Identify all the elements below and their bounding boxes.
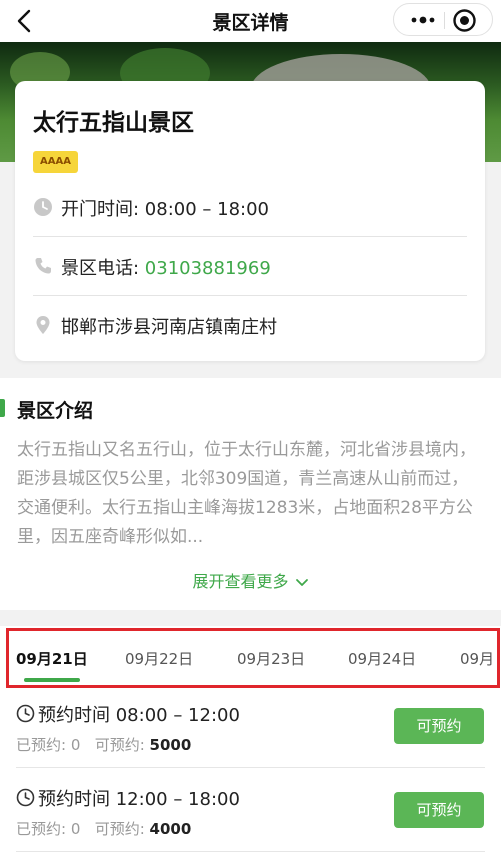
intro-text: 太行五指山又名五行山，位于太行山东麓，河北省涉县境内，距涉县城区仅5公里，北邻3… bbox=[17, 440, 476, 547]
mini-program-capsule bbox=[393, 3, 493, 36]
slot-stats: 已预约: 0 可预约: 5000 bbox=[16, 734, 191, 755]
target-icon[interactable] bbox=[452, 8, 477, 33]
hours-value: 08:00 – 18:00 bbox=[144, 199, 269, 220]
scenic-info-card: 太行五指山景区 AAAA 开门时间: 08:00 – 18:00 景区电话: 0… bbox=[15, 81, 485, 361]
booked-count: 0 bbox=[70, 820, 81, 838]
booked-label: 已预约: bbox=[16, 736, 71, 754]
intro-section: 景区介绍 太行五指山又名五行山，位于太行山东麓，河北省涉县境内，距涉县城区仅5公… bbox=[0, 378, 501, 610]
clock-icon bbox=[16, 704, 35, 723]
slot-row: 预约时间 12:00 – 18:00 已预约: 0 可预约: 4000 可预约 bbox=[0, 774, 501, 858]
hours-label: 开门时间: bbox=[61, 199, 145, 220]
address-text: 邯郸市涉县河南店镇南庄村 bbox=[61, 317, 277, 338]
clock-icon bbox=[34, 198, 52, 216]
slot-time: 预约时间 08:00 – 12:00 bbox=[38, 705, 240, 726]
book-button[interactable]: 可预约 bbox=[394, 792, 484, 828]
available-label: 可预约: bbox=[94, 736, 150, 754]
intro-heading: 景区介绍 bbox=[17, 400, 94, 422]
capsule-divider bbox=[444, 12, 445, 29]
top-bar: 景区详情 bbox=[0, 0, 501, 42]
address-row[interactable]: 邯郸市涉县河南店镇南庄村 bbox=[33, 297, 467, 355]
expand-more-button[interactable]: 展开查看更多 bbox=[0, 568, 501, 592]
booked-count: 0 bbox=[70, 736, 81, 754]
available-label: 可预约: bbox=[94, 820, 150, 838]
slot-divider bbox=[16, 767, 485, 768]
date-tabs: 09月21日 09月22日 09月23日 09月24日 09月 bbox=[0, 626, 501, 690]
clock-icon bbox=[16, 788, 35, 807]
available-count: 4000 bbox=[149, 820, 192, 838]
booking-slots: 预约时间 08:00 – 12:00 已预约: 0 可预约: 5000 可预约 … bbox=[0, 690, 501, 863]
book-button[interactable]: 可预约 bbox=[394, 708, 484, 744]
phone-label: 景区电话: bbox=[61, 258, 145, 279]
phone-icon bbox=[35, 258, 51, 274]
slot-row: 预约时间 08:00 – 12:00 已预约: 0 可预约: 5000 可预约 bbox=[0, 690, 501, 774]
phone-number-link[interactable]: 03103881969 bbox=[145, 258, 271, 279]
phone-row: 景区电话: 03103881969 bbox=[33, 238, 467, 296]
level-badge: AAAA bbox=[33, 151, 78, 173]
slot-time: 预约时间 12:00 – 18:00 bbox=[38, 789, 240, 810]
location-pin-icon bbox=[36, 316, 50, 334]
booked-label: 已预约: bbox=[16, 820, 71, 838]
chevron-down-icon bbox=[295, 578, 308, 586]
slot-stats: 已预约: 0 可预约: 4000 bbox=[16, 818, 191, 839]
highlight-outline bbox=[6, 628, 500, 688]
more-dots-icon[interactable] bbox=[408, 10, 438, 30]
available-count: 5000 bbox=[149, 736, 192, 754]
slot-divider bbox=[16, 851, 485, 852]
expand-more-label: 展开查看更多 bbox=[192, 572, 289, 591]
section-accent-bar bbox=[0, 399, 5, 417]
hours-row: 开门时间: 08:00 – 18:00 bbox=[33, 179, 467, 237]
scenic-name: 太行五指山景区 bbox=[33, 110, 194, 136]
